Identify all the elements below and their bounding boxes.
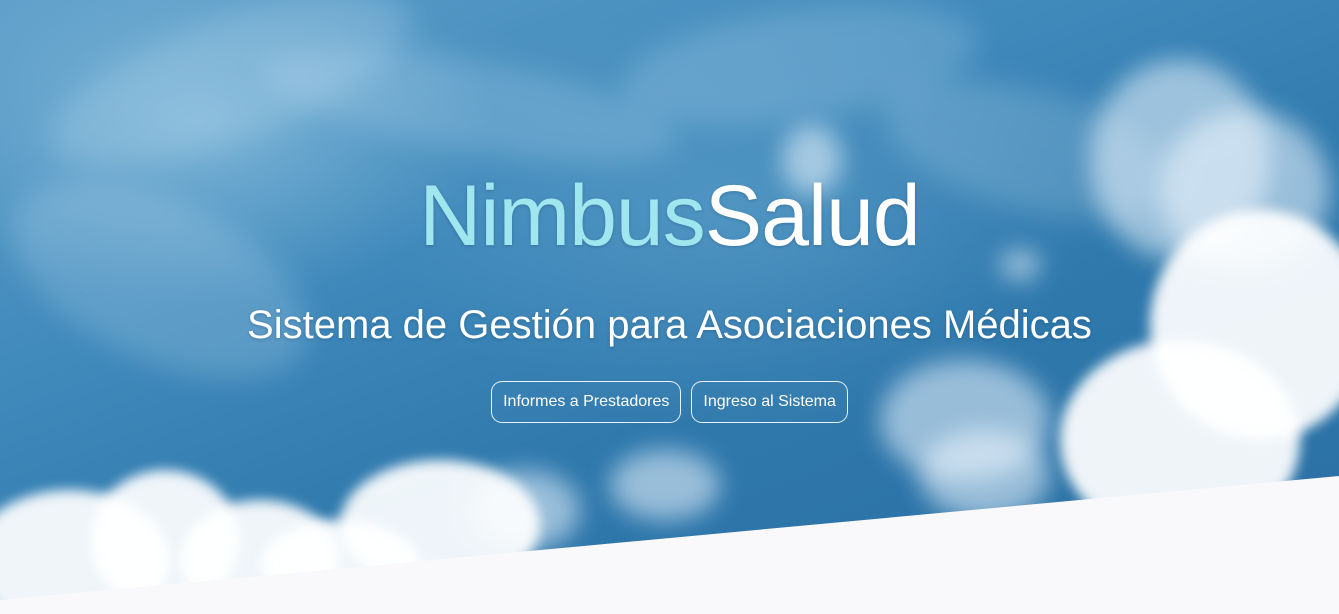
providers-reports-button[interactable]: Informes a Prestadores	[491, 381, 682, 423]
cloud	[260, 520, 420, 610]
hero-subtitle: Sistema de Gestión para Asociaciones Méd…	[247, 303, 1092, 347]
system-login-button[interactable]: Ingreso al Sistema	[691, 381, 848, 423]
brand-logo-text: NimbusSalud	[0, 166, 1339, 266]
brand-name-second: Salud	[704, 168, 921, 264]
cloud	[610, 450, 720, 520]
hero-section: NimbusSalud Sistema de Gestión para Asoc…	[0, 0, 1339, 614]
brand-name-first: Nimbus	[419, 168, 706, 264]
cloud	[1060, 340, 1300, 540]
cloud-wisp	[255, 24, 685, 186]
cloud	[920, 430, 1050, 520]
hero-actions: Informes a Prestadores Ingreso al Sistem…	[0, 381, 1339, 423]
